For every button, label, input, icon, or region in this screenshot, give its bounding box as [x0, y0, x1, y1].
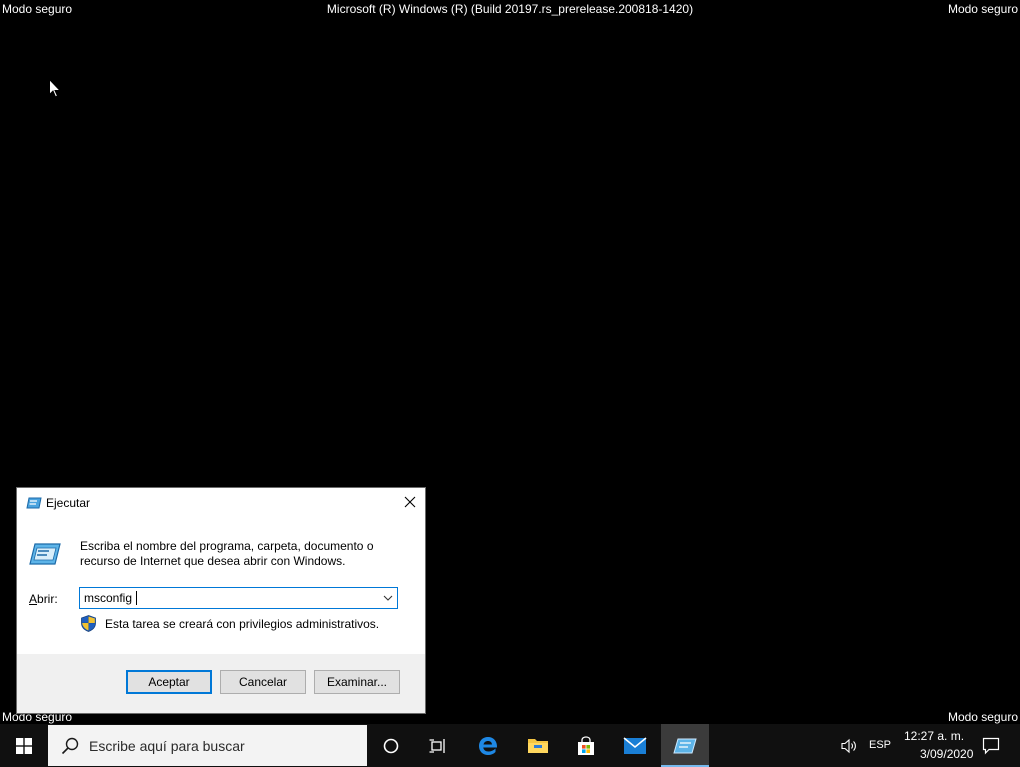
safe-mode-label-top-right: Modo seguro	[947, 2, 1018, 16]
admin-privileges-note: Esta tarea se creará con privilegios adm…	[105, 617, 380, 631]
language-indicator[interactable]: ESP	[869, 738, 891, 752]
store-bag-icon	[578, 735, 594, 755]
open-label-text: brir:	[37, 592, 58, 606]
open-label: Abrir:	[29, 591, 58, 607]
speaker-icon	[841, 738, 856, 753]
dialog-description: Escriba el nombre del programa, carpeta,…	[80, 539, 374, 568]
clock-date[interactable]: 3/09/2020	[920, 747, 973, 762]
mouse-pointer-icon	[49, 79, 61, 98]
task-view-button[interactable]	[414, 724, 462, 767]
browse-button[interactable]: Examinar...	[314, 670, 400, 694]
dialog-title: Ejecutar	[46, 496, 91, 510]
ok-button[interactable]: Aceptar	[126, 670, 212, 694]
close-icon	[404, 496, 416, 508]
dialog-titlebar[interactable]: Ejecutar	[17, 488, 425, 518]
edge-icon	[479, 736, 498, 755]
start-button[interactable]	[0, 724, 48, 767]
run-icon	[673, 738, 697, 753]
volume-button[interactable]	[834, 724, 866, 767]
run-icon	[26, 497, 42, 509]
search-placeholder: Escribe aquí para buscar	[89, 738, 245, 754]
open-combobox[interactable]	[79, 587, 398, 609]
open-input[interactable]	[84, 590, 374, 606]
close-button[interactable]	[395, 488, 425, 516]
clock-time[interactable]: 12:27 a. m.	[904, 729, 964, 744]
mail-icon	[623, 736, 647, 754]
run-program-icon	[29, 543, 61, 565]
notification-icon	[982, 737, 1000, 754]
folder-icon	[528, 738, 548, 753]
task-view-icon	[429, 738, 445, 753]
run-taskbar-button[interactable]	[661, 724, 709, 767]
text-caret	[136, 591, 137, 605]
run-dialog: Ejecutar Escriba el nombre del programa,…	[16, 487, 426, 714]
edge-button[interactable]	[464, 724, 512, 767]
taskbar: Escribe aquí para buscar ESP 12:27 a. m.…	[0, 724, 1020, 767]
cancel-button[interactable]: Cancelar	[220, 670, 306, 694]
store-button[interactable]	[562, 724, 610, 767]
safe-mode-label-bottom-right: Modo seguro	[947, 710, 1018, 724]
build-info: Microsoft (R) Windows (R) (Build 20197.r…	[326, 2, 694, 16]
taskbar-search-box[interactable]: Escribe aquí para buscar	[48, 725, 367, 766]
cortana-button[interactable]	[368, 724, 414, 767]
action-center-button[interactable]	[975, 724, 1007, 767]
dropdown-button[interactable]	[382, 592, 394, 604]
search-icon	[61, 737, 79, 755]
open-label-accelerator: A	[29, 592, 38, 606]
mail-button[interactable]	[611, 724, 659, 767]
chevron-down-icon	[383, 595, 393, 601]
file-explorer-button[interactable]	[514, 724, 562, 767]
circle-icon	[383, 738, 399, 753]
windows-logo-icon	[16, 737, 32, 754]
dialog-button-area: Aceptar Cancelar Examinar...	[17, 654, 425, 713]
uac-shield-icon	[81, 615, 96, 632]
